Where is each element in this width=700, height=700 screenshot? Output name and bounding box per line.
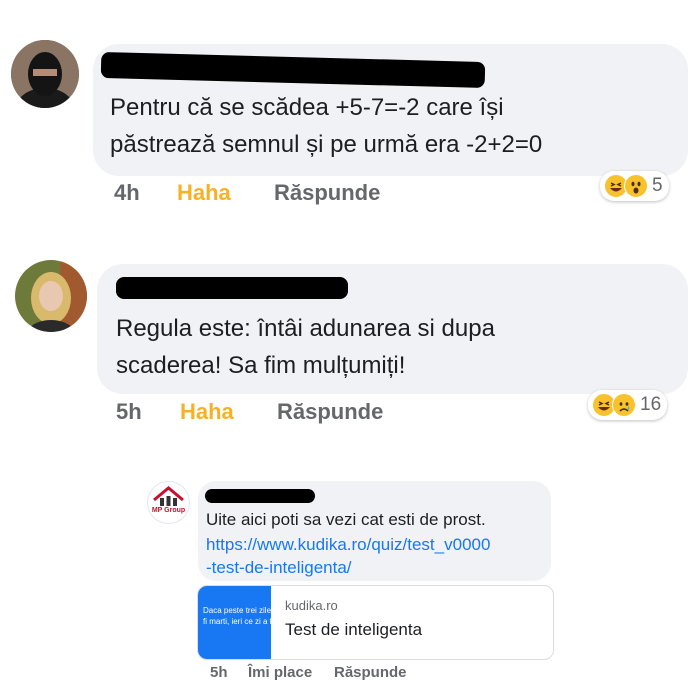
commenter-avatar[interactable] (15, 260, 87, 332)
quiz-link[interactable]: https://www.kudika.ro/quiz/test_v0000 (206, 535, 490, 554)
link-preview-title: Test de inteligenta (285, 620, 423, 639)
like-button[interactable]: Îmi place (248, 664, 312, 681)
reactions-summary[interactable]: 5 (600, 171, 669, 201)
reply-button[interactable]: Răspunde (334, 664, 407, 681)
comment-time: 5h (116, 399, 142, 424)
mp-group-logo (153, 486, 184, 506)
reply-text: Uite aici poti sa vezi cat esti de prost… (206, 510, 486, 529)
sad-emoji-icon (612, 393, 636, 417)
reaction-count: 5 (652, 175, 663, 196)
comment-text-line: Regula este: întâi adunarea si dupa (116, 315, 495, 342)
thumbnail-text: fi marti, ieri ce zi a fo (203, 617, 271, 626)
haha-reaction-button[interactable]: Haha (177, 180, 231, 206)
quiz-link[interactable]: -test-de-inteligenta/ (206, 558, 352, 577)
reaction-count: 16 (640, 394, 662, 415)
comment-text-line: Pentru că se scădea +5-7=-2 care își (110, 94, 504, 121)
reply-avatar[interactable]: MP Group (147, 481, 190, 524)
reply-button[interactable]: Răspunde (274, 180, 380, 206)
comment-time: 4h (114, 180, 140, 205)
avatar-brand-text: MP Group (151, 507, 186, 514)
avatar-photo (11, 40, 79, 108)
comment-text-line: scaderea! Sa fim mulțumiți! (116, 352, 406, 379)
reply-time: 5h (210, 664, 228, 681)
reactions-summary[interactable]: 16 (588, 390, 668, 420)
link-preview-thumbnail: Daca peste trei zile fi marti, ieri ce z… (198, 586, 271, 659)
comment-text-line: păstrează semnul și pe urmă era -2+2=0 (110, 131, 543, 158)
wow-emoji-icon (624, 174, 648, 198)
comment-text: Regula este: întâi adunarea si dupa scad… (116, 310, 495, 384)
link-preview-card[interactable]: Daca peste trei zile fi marti, ieri ce z… (197, 585, 554, 660)
haha-reaction-button[interactable]: Haha (180, 399, 234, 425)
redacted-author-name (116, 277, 348, 299)
avatar-photo (15, 260, 87, 332)
commenter-avatar[interactable] (11, 40, 79, 108)
link-preview-domain: kudika.ro (285, 598, 338, 613)
thumbnail-text: Daca peste trei zile (203, 606, 271, 615)
reply-button[interactable]: Răspunde (277, 399, 383, 425)
comment-text: Pentru că se scădea +5-7=-2 care își păs… (110, 89, 542, 163)
redacted-author-name (205, 489, 315, 503)
